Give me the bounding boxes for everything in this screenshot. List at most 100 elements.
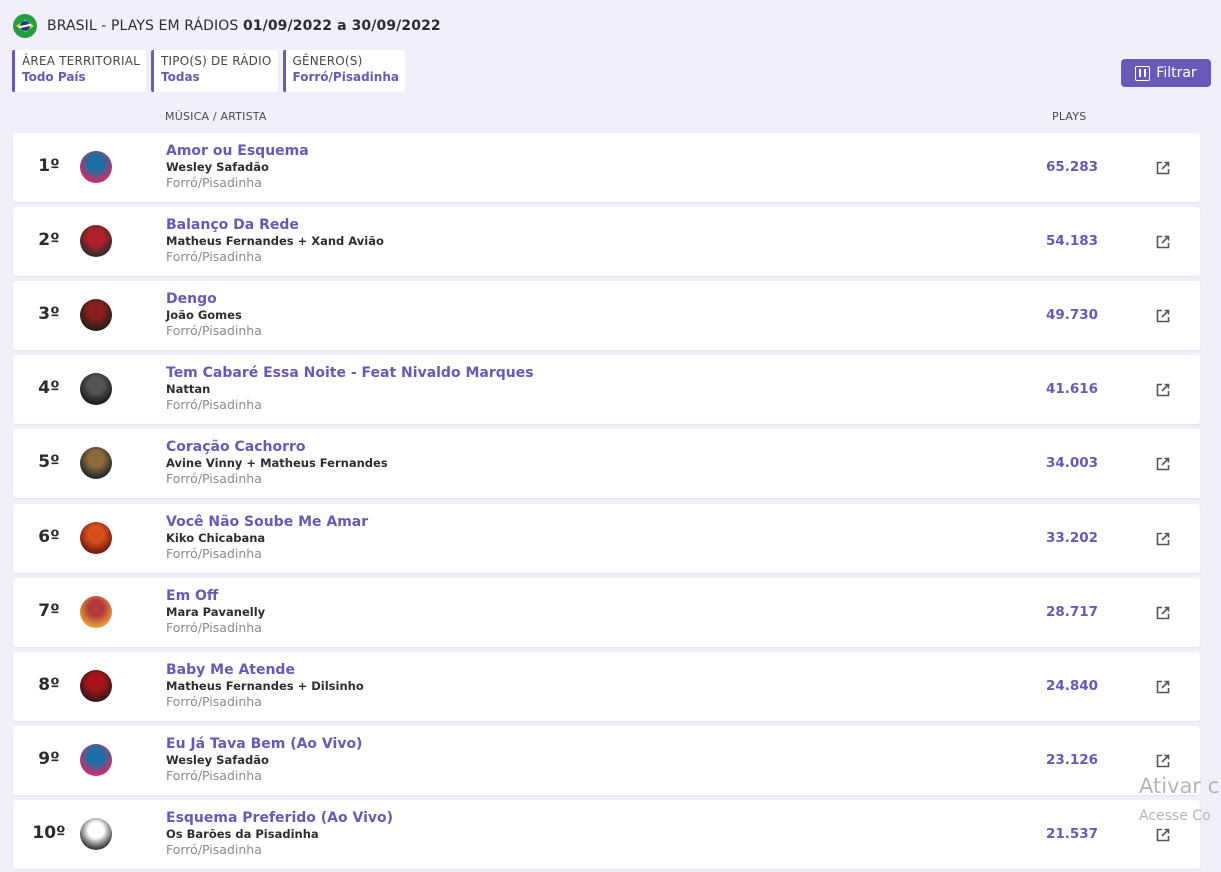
artist-name: Avine Vinny + Matheus Fernandes: [166, 456, 388, 470]
artist-name: Wesley Safadão: [166, 753, 269, 767]
table-row[interactable]: 7º Em Off Mara Pavanelly Forró/Pisadinha 28.…: [13, 578, 1200, 647]
page-title: BRASIL - PLAYS EM RÁDIOS 01/09/2022 a 30…: [47, 18, 441, 34]
artist-avatar: [80, 818, 112, 850]
page-header: BRASIL - PLAYS EM RÁDIOS 01/09/2022 a 30…: [13, 14, 441, 38]
artist-name: Wesley Safadão: [166, 160, 269, 174]
filter-button[interactable]: Filtrar: [1121, 59, 1211, 87]
song-title[interactable]: Você Não Soube Me Amar: [166, 514, 368, 531]
external-link-icon[interactable]: [1155, 531, 1171, 547]
plays-count: 33.202: [1045, 530, 1099, 546]
filter-chip-radio-type[interactable]: TIPO(S) DE RÁDIO Todas: [151, 50, 278, 92]
table-row[interactable]: 4º Tem Cabaré Essa Noite - Feat Nivaldo M…: [13, 355, 1200, 424]
windows-activation-watermark: Ativar c: [1139, 774, 1220, 798]
plays-count: 54.183: [1045, 233, 1099, 249]
artist-avatar: [80, 373, 112, 405]
external-link-icon[interactable]: [1155, 456, 1171, 472]
rank-position: 3º: [38, 304, 60, 324]
genre-label: Forró/Pisadinha: [166, 620, 262, 635]
artist-avatar: [80, 447, 112, 479]
plays-count: 24.840: [1045, 678, 1099, 694]
rank-position: 5º: [38, 452, 60, 472]
plays-count: 21.537: [1045, 826, 1099, 842]
external-link-icon[interactable]: [1155, 827, 1171, 843]
plays-count: 41.616: [1045, 381, 1099, 397]
rank-position: 8º: [38, 675, 60, 695]
filter-label: ÁREA TERRITORIAL: [22, 54, 141, 68]
artist-name: Nattan: [166, 382, 211, 396]
table-row[interactable]: 1º Amor ou Esquema Wesley Safadão Forró/Pis…: [13, 133, 1200, 202]
date-range: 01/09/2022 a 30/09/2022: [242, 18, 441, 34]
rank-position: 9º: [38, 749, 60, 769]
genre-label: Forró/Pisadinha: [166, 323, 262, 338]
windows-activation-watermark-sub: Acesse Co: [1139, 808, 1211, 824]
plays-count: 65.283: [1045, 159, 1099, 175]
artist-name: Matheus Fernandes + Dilsinho: [166, 679, 364, 693]
table-row[interactable]: 8º Baby Me Atende Matheus Fernandes + Dils…: [13, 652, 1200, 721]
rank-position: 1º: [38, 156, 60, 176]
song-title[interactable]: Baby Me Atende: [166, 662, 364, 679]
external-link-icon[interactable]: [1155, 382, 1171, 398]
genre-label: Forró/Pisadinha: [166, 546, 262, 561]
table-row[interactable]: 2º Balanço Da Rede Matheus Fernandes + Xan…: [13, 207, 1200, 276]
genre-label: Forró/Pisadinha: [166, 471, 262, 486]
artist-name: Kiko Chicabana: [166, 531, 266, 545]
song-title[interactable]: Em Off: [166, 588, 265, 605]
genre-label: Forró/Pisadinha: [166, 249, 262, 264]
title-prefix: BRASIL - PLAYS EM RÁDIOS: [47, 18, 243, 34]
plays-count: 23.126: [1045, 752, 1099, 768]
genre-label: Forró/Pisadinha: [166, 768, 262, 783]
external-link-icon[interactable]: [1155, 160, 1171, 176]
table-row[interactable]: 3º Dengo João Gomes Forró/Pisadinha 49.730: [13, 281, 1200, 350]
brazil-flag-icon: [13, 14, 37, 38]
rank-position: 4º: [38, 378, 60, 398]
song-title[interactable]: Eu Já Tava Bem (Ao Vivo): [166, 736, 362, 753]
filter-label: GÊNERO(S): [292, 54, 363, 68]
song-title[interactable]: Balanço Da Rede: [166, 217, 384, 234]
filter-value: Todo País: [22, 70, 86, 84]
artist-name: João Gomes: [166, 308, 242, 322]
filter-value: Forró/Pisadinha: [292, 70, 399, 84]
filter-button-label: Filtrar: [1156, 65, 1197, 81]
rank-position: 7º: [38, 601, 60, 621]
filter-chip-genre[interactable]: GÊNERO(S) Forró/Pisadinha: [282, 50, 405, 92]
plays-count: 49.730: [1045, 307, 1099, 323]
filter-chip-area[interactable]: ÁREA TERRITORIAL Todo País: [12, 50, 147, 92]
genre-label: Forró/Pisadinha: [166, 694, 262, 709]
artist-name: Os Barões da Pisadinha: [166, 827, 319, 841]
song-title[interactable]: Coração Cachorro: [166, 439, 388, 456]
artist-avatar: [80, 744, 112, 776]
filter-value: Todas: [161, 70, 200, 84]
table-row[interactable]: 10º Esquema Preferido (Ao Vivo) Os Barões …: [13, 800, 1200, 869]
plays-count: 34.003: [1045, 455, 1099, 471]
song-title[interactable]: Amor ou Esquema: [166, 143, 309, 160]
rank-position: 10º: [32, 823, 66, 843]
genre-label: Forró/Pisadinha: [166, 175, 262, 190]
external-link-icon[interactable]: [1155, 234, 1171, 250]
artist-avatar: [80, 151, 112, 183]
song-title[interactable]: Dengo: [166, 291, 262, 308]
song-title[interactable]: Esquema Preferido (Ao Vivo): [166, 810, 393, 827]
artist-avatar: [80, 299, 112, 331]
filter-icon: [1135, 65, 1151, 81]
artist-avatar: [80, 522, 112, 554]
table-row[interactable]: 5º Coração Cachorro Avine Vinny + Matheus …: [13, 429, 1200, 498]
artist-avatar: [80, 670, 112, 702]
external-link-icon[interactable]: [1155, 679, 1171, 695]
genre-label: Forró/Pisadinha: [166, 842, 262, 857]
plays-count: 28.717: [1045, 604, 1099, 620]
artist-avatar: [80, 596, 112, 628]
filter-chips: ÁREA TERRITORIAL Todo País TIPO(S) DE RÁ…: [12, 50, 405, 92]
artist-name: Mara Pavanelly: [166, 605, 266, 619]
filter-label: TIPO(S) DE RÁDIO: [161, 54, 272, 68]
genre-label: Forró/Pisadinha: [166, 397, 262, 412]
external-link-icon[interactable]: [1155, 308, 1171, 324]
table-row[interactable]: 6º Você Não Soube Me Amar Kiko Chicabana Fo…: [13, 504, 1200, 573]
column-header-song-artist: MÚSICA / ARTISTA: [165, 110, 267, 123]
song-title[interactable]: Tem Cabaré Essa Noite - Feat Nivaldo Mar…: [166, 365, 534, 382]
external-link-icon[interactable]: [1155, 753, 1171, 769]
table-row[interactable]: 9º Eu Já Tava Bem (Ao Vivo) Wesley Safadão…: [13, 726, 1200, 795]
external-link-icon[interactable]: [1155, 605, 1171, 621]
artist-avatar: [80, 225, 112, 257]
rank-position: 2º: [38, 230, 60, 250]
artist-name: Matheus Fernandes + Xand Avião: [166, 234, 384, 248]
